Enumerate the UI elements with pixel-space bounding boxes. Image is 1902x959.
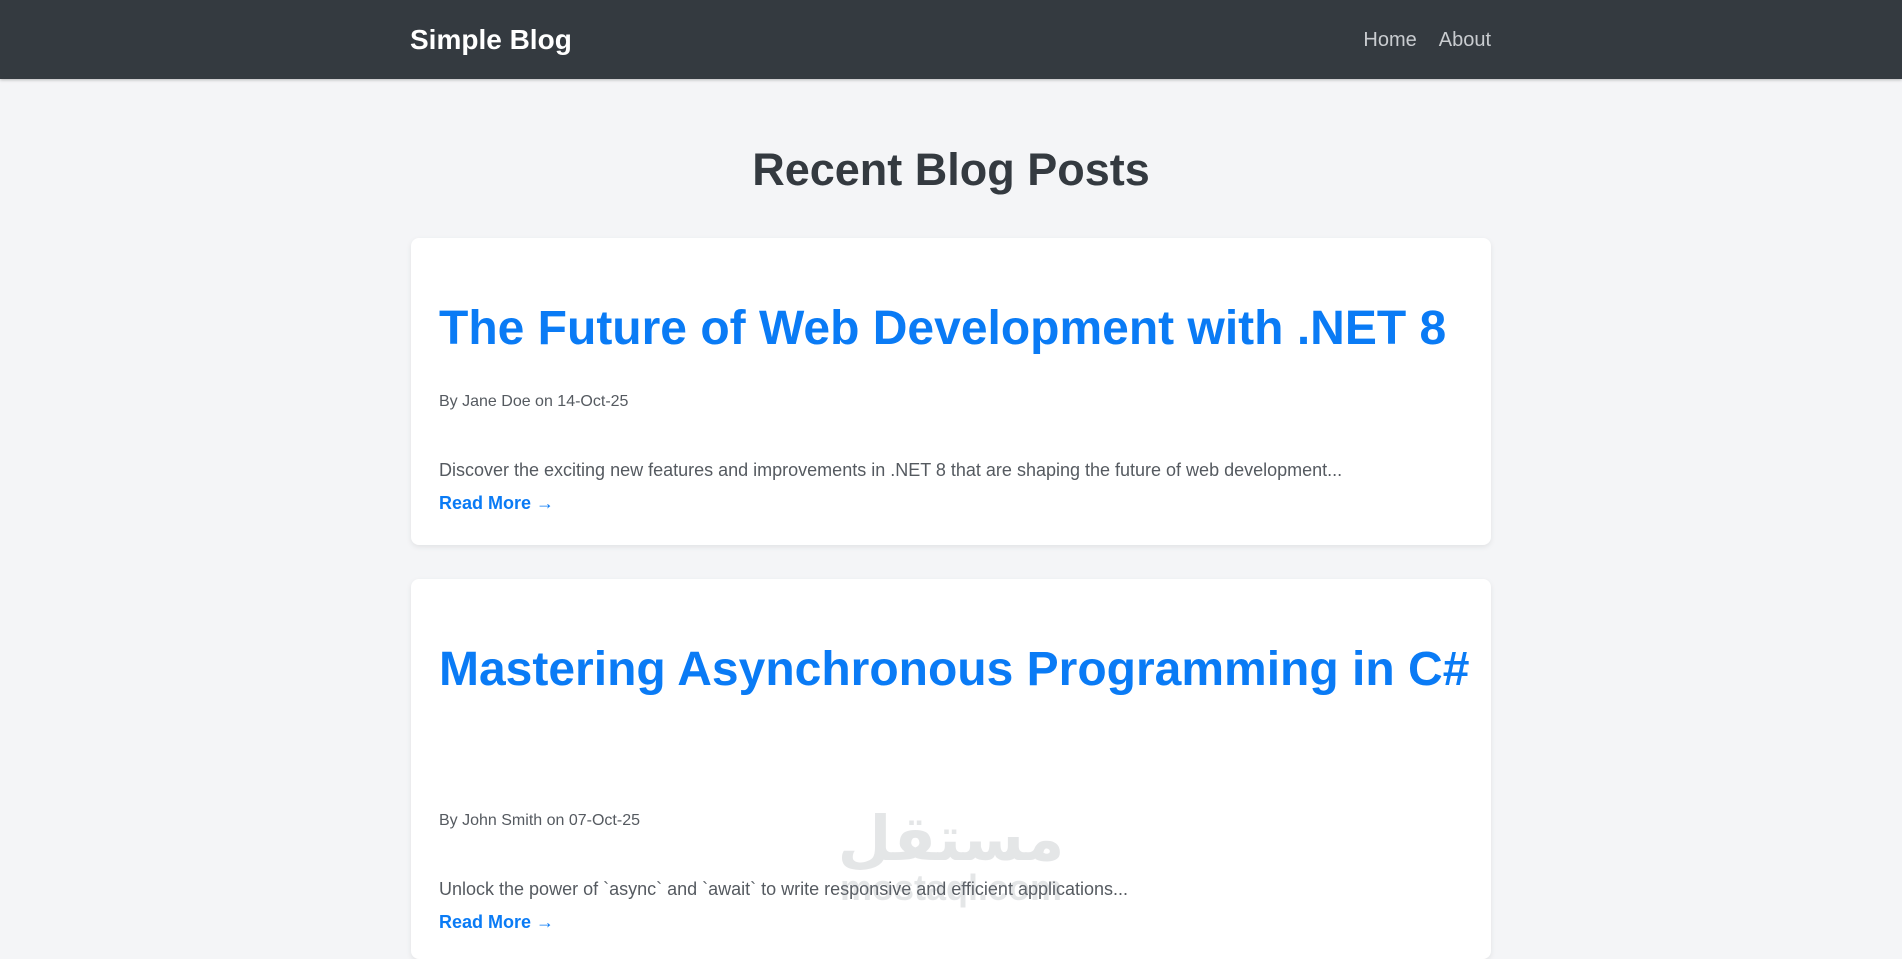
brand-logo[interactable]: Simple Blog — [410, 22, 572, 58]
read-more-link[interactable]: Read More → — [439, 910, 554, 934]
nav-links: Home About — [1363, 26, 1491, 54]
navbar: Simple Blog Home About — [0, 0, 1902, 79]
nav-link-home[interactable]: Home — [1363, 26, 1416, 54]
post-meta: By Jane Doe on 14-Oct-25 — [439, 393, 629, 410]
post-meta: By John Smith on 07-Oct-25 — [439, 812, 640, 829]
post-excerpt: Discover the exciting new features and i… — [439, 460, 1343, 480]
post-card: Mastering Asynchronous Programming in C#… — [411, 579, 1491, 959]
page-title: Recent Blog Posts — [752, 144, 1150, 195]
read-more-link[interactable]: Read More → — [439, 491, 554, 515]
post-title-link[interactable]: The Future of Web Development with .NET … — [439, 290, 1479, 368]
nav-link-about[interactable]: About — [1439, 26, 1491, 54]
post-excerpt: Unlock the power of `async` and `await` … — [439, 879, 1129, 899]
post-card: The Future of Web Development with .NET … — [411, 238, 1491, 545]
post-title-link[interactable]: Mastering Asynchronous Programming in C# — [439, 631, 1479, 709]
